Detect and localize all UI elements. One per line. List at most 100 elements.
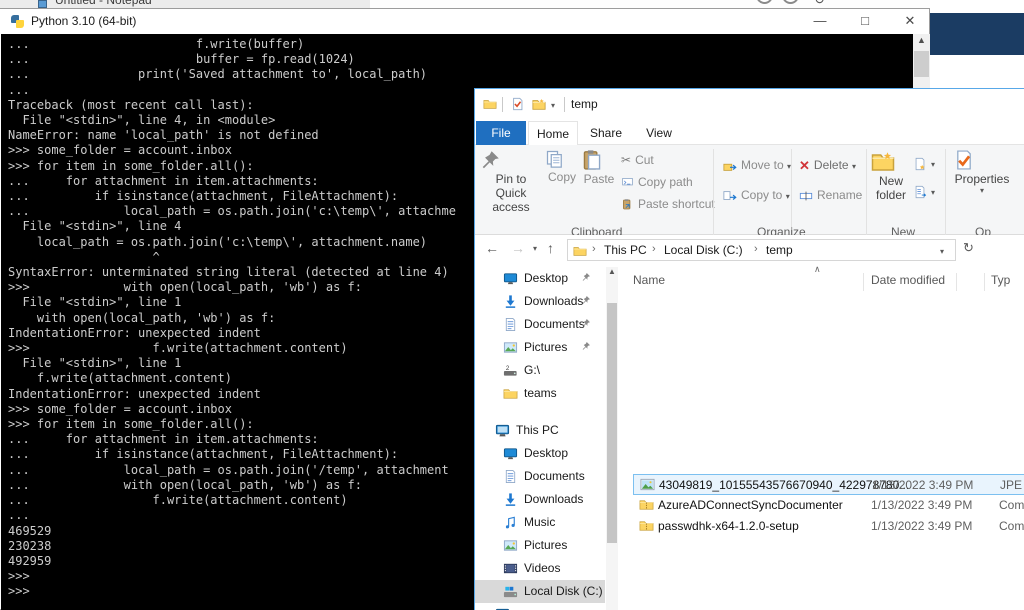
sidebar-item-documents[interactable]: Documents (475, 465, 605, 488)
breadcrumb-temp[interactable]: temp (766, 243, 793, 257)
sidebar-item-g-[interactable]: 2 G:\ (475, 359, 605, 382)
scroll-up-icon[interactable]: ▲ (913, 35, 930, 45)
tab-file[interactable]: File (476, 121, 526, 145)
column-divider[interactable] (863, 273, 864, 291)
address-dropdown-icon[interactable]: ▾ (940, 247, 944, 256)
copy-to-button[interactable]: Copy to ▾ (723, 185, 790, 206)
sidebar-item-icon (503, 469, 518, 484)
sidebar-item-label: Local Disk (C:) (524, 584, 603, 598)
scroll-up-icon[interactable]: ▲ (606, 267, 618, 276)
pin-icon (581, 318, 591, 328)
new-item-button[interactable]: ▾ (913, 153, 935, 174)
scrollbar-thumb[interactable] (914, 51, 929, 77)
sidebar-item-downloads[interactable]: Downloads (475, 290, 605, 313)
tab-home[interactable]: Home (528, 121, 578, 145)
sidebar-item-label: G:\ (524, 363, 541, 377)
sidebar-item-documents[interactable]: Documents (475, 313, 605, 336)
pin-to-quick-access-button[interactable]: Pin to Quick access (479, 147, 543, 221)
browser-toolbar-sliver: ↻ mailmonroly.com/EWS/Exchange.asmx (370, 0, 1024, 8)
sidebar-item-icon (503, 584, 518, 599)
new-folder-button[interactable]: New folder (871, 147, 911, 221)
rename-button[interactable]: Rename (799, 185, 862, 206)
file-name: AzureADConnectSyncDocumenter (658, 498, 843, 512)
breadcrumb-this-pc[interactable]: This PC (604, 243, 647, 257)
column-name[interactable]: Name (633, 273, 665, 287)
qat-properties-icon[interactable] (511, 97, 525, 111)
file-explorer-window: ▾ temp File Home Share View Pin to Quick… (474, 88, 1024, 610)
sidebar-item-desktop[interactable]: Desktop (475, 442, 605, 465)
easy-access-icon (913, 185, 927, 199)
sidebar-item-icon (503, 538, 518, 553)
properties-button[interactable]: Properties ▾ (953, 147, 1011, 221)
file-date-modified: 1/13/2022 3:49 PM (872, 478, 974, 492)
paste-shortcut-icon (621, 198, 634, 211)
sidebar-scrollbar[interactable]: ▲ (606, 267, 618, 610)
breadcrumb-local-disk[interactable]: Local Disk (C:) (664, 243, 743, 257)
scrollbar-thumb[interactable] (607, 303, 617, 543)
browser-back-icon[interactable] (756, 0, 773, 4)
button-label: New folder (875, 174, 907, 202)
dropdown-caret-icon: ▾ (785, 192, 790, 201)
close-button[interactable]: ✕ (900, 13, 920, 29)
column-type[interactable]: Typ (991, 273, 1010, 287)
sidebar-item-this-pc[interactable]: This PC (475, 419, 605, 442)
minimize-button[interactable]: — (810, 13, 830, 28)
file-icon (639, 518, 654, 533)
column-date-modified[interactable]: Date modified (871, 273, 945, 287)
column-headers: ∧ Name Date modified Typ (627, 264, 1024, 293)
pin-icon (479, 149, 543, 171)
refresh-icon[interactable]: ↻ (963, 240, 974, 256)
file-icon (639, 497, 654, 512)
file-date-modified: 1/13/2022 3:49 PM (871, 498, 973, 512)
paste-icon (581, 149, 617, 171)
tab-share[interactable]: Share (581, 121, 631, 145)
sidebar-item-pictures[interactable]: Pictures (475, 534, 605, 557)
history-caret-icon[interactable]: ▾ (533, 244, 537, 253)
qat-new-folder-icon[interactable] (532, 97, 546, 111)
sidebar-item-icon (503, 340, 518, 355)
dropdown-caret-icon: ▾ (851, 162, 856, 171)
explorer-titlebar[interactable]: ▾ temp (475, 89, 1024, 121)
sidebar-item-teams[interactable]: teams (475, 382, 605, 405)
move-to-button[interactable]: Move to ▾ (723, 155, 791, 176)
file-row[interactable]: AzureADConnectSyncDocumenter 1/13/2022 3… (633, 495, 1024, 516)
column-divider[interactable] (956, 273, 957, 291)
sidebar-item-pictures[interactable]: Pictures (475, 336, 605, 359)
sidebar-item-videos[interactable]: Videos (475, 557, 605, 580)
qat-customize-icon[interactable]: ▾ (551, 101, 555, 110)
file-name: passwdhk-x64-1.2.0-setup (658, 519, 799, 533)
browser-forward-icon[interactable] (782, 0, 799, 4)
sidebar-item-label: Desktop (524, 446, 569, 460)
sidebar-item-desktop[interactable]: Desktop (475, 267, 605, 290)
easy-access-button[interactable]: ▾ (913, 181, 935, 202)
chevron-icon: › (754, 243, 758, 255)
sidebar-item-local-disk-c-[interactable]: Local Disk (C:) (475, 580, 605, 603)
sidebar-item-music[interactable]: Music (475, 511, 605, 534)
address-box[interactable]: › This PC › Local Disk (C:) › temp ▾ (567, 239, 956, 261)
address-folder-icon (573, 244, 587, 258)
tab-view[interactable]: View (634, 121, 684, 145)
sidebar-item-partial[interactable] (475, 603, 605, 610)
delete-button[interactable]: ✕ Delete ▾ (799, 155, 856, 176)
up-icon[interactable]: ↑ (547, 240, 554, 256)
browser-refresh-icon[interactable]: ↻ (814, 0, 825, 8)
dropdown-caret-icon: ▾ (931, 188, 936, 197)
browser-window-sliver (930, 0, 1024, 88)
paste-shortcut-button[interactable]: Paste shortcut (621, 194, 715, 215)
maximize-button[interactable]: □ (855, 13, 875, 28)
file-row[interactable]: 43049819_10155543576670940_422978780... … (633, 474, 1024, 495)
column-divider[interactable] (984, 273, 985, 291)
copy-button[interactable]: Copy (545, 147, 579, 221)
sidebar-item-icon (503, 294, 518, 309)
python-titlebar[interactable]: Python 3.10 (64-bit) — □ ✕ (0, 9, 929, 34)
file-row[interactable]: passwdhk-x64-1.2.0-setup 1/13/2022 3:49 … (633, 516, 1024, 537)
back-icon[interactable]: ← (485, 240, 499, 256)
button-label: Paste shortcut (638, 197, 715, 211)
paste-button[interactable]: Paste (581, 147, 617, 221)
forward-icon[interactable]: → (511, 240, 525, 256)
copy-path-button[interactable]: Copy path (621, 172, 693, 193)
cut-button[interactable]: ✂ Cut (621, 150, 654, 171)
sidebar-item-downloads[interactable]: Downloads (475, 488, 605, 511)
sidebar-item-icon (503, 317, 518, 332)
notepad-icon (38, 0, 47, 8)
